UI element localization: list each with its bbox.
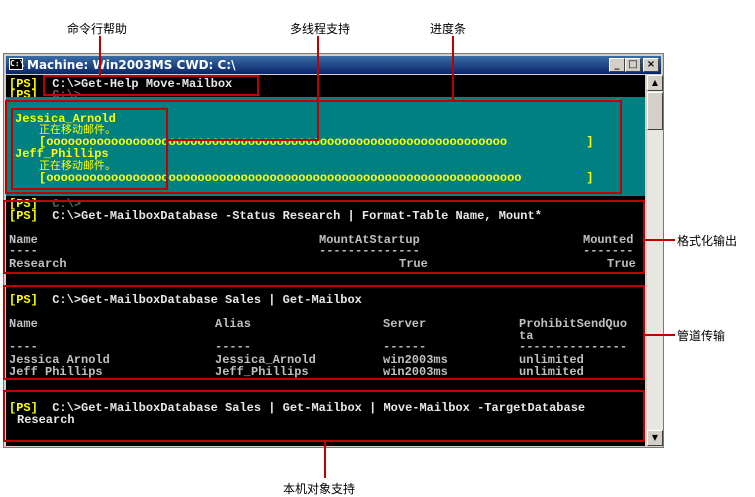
native-highlight-box [3,390,645,442]
close-button[interactable]: × [643,58,659,72]
pipeline-highlight-box [3,285,645,380]
minimize-button[interactable]: _ [609,58,625,72]
callout-help: 命令行帮助 [67,22,128,36]
help-highlight-box [43,75,259,96]
help-leader-line [99,36,101,76]
callout-progress: 进度条 [430,22,467,36]
format-leader-line [645,239,675,241]
title-bar[interactable]: C:\ Machine: Win2003MS CWD: C:\ _ □ × [6,56,661,74]
callout-format: 格式化输出 [677,234,738,248]
scroll-down-icon[interactable]: ▼ [647,430,663,446]
callout-multithread: 多线程支持 [290,22,351,36]
progress-leader-line [452,36,454,101]
scroll-thumb[interactable] [647,92,663,130]
window-title: Machine: Win2003MS CWD: C:\ [27,58,236,72]
multithread-leader-line [168,139,319,141]
callout-native: 本机对象支持 [283,482,356,496]
vertical-scrollbar[interactable]: ▲ ▼ [647,75,663,446]
native-leader-line [324,442,326,478]
multithread-highlight-box [11,108,168,190]
callout-pipeline: 管道传输 [677,329,726,343]
maximize-button[interactable]: □ [625,58,641,72]
console-icon: C:\ [9,58,25,70]
format-highlight-box [3,200,645,274]
pipeline-leader-line [645,334,675,336]
multithread-leader-line [317,36,319,140]
scroll-up-icon[interactable]: ▲ [647,75,663,91]
